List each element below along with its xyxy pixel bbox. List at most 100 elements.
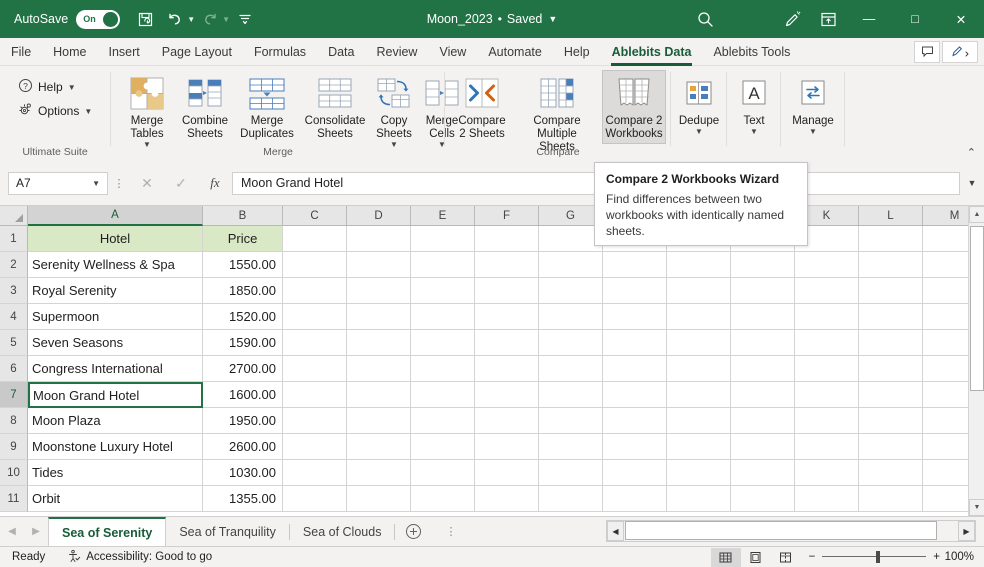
cell-I8[interactable]	[667, 408, 731, 434]
cell-C6[interactable]	[283, 356, 347, 382]
cell-J2[interactable]	[731, 252, 795, 278]
cell-I5[interactable]	[667, 330, 731, 356]
help-chevron-down-icon[interactable]: ▼	[68, 83, 76, 91]
minimize-button[interactable]: —	[846, 0, 892, 38]
autosave-control[interactable]: AutoSave On	[14, 9, 121, 29]
cell-C1[interactable]	[283, 226, 347, 252]
cell-G6[interactable]	[539, 356, 603, 382]
sheet-tab-sea-of-serenity[interactable]: Sea of Serenity	[48, 517, 167, 546]
cell-E10[interactable]	[411, 460, 475, 486]
cell-D3[interactable]	[347, 278, 411, 304]
zoom-in-button[interactable]: +	[933, 551, 940, 563]
cell-E7[interactable]	[411, 382, 475, 408]
cell-K2[interactable]	[795, 252, 859, 278]
cell-E6[interactable]	[411, 356, 475, 382]
sheet-tab-sea-of-clouds[interactable]: Sea of Clouds	[290, 517, 395, 546]
text-chevron-down-icon[interactable]: ▼	[750, 128, 758, 136]
cancel-x-icon[interactable]: ✕	[130, 172, 164, 195]
next-sheet-icon[interactable]: ▶	[24, 518, 48, 546]
cell-B5[interactable]: 1590.00	[203, 330, 283, 356]
column-header-B[interactable]: B	[203, 206, 283, 226]
cell-F11[interactable]	[475, 486, 539, 512]
cell-H7[interactable]	[603, 382, 667, 408]
share-icon[interactable]	[942, 40, 978, 63]
cell-B11[interactable]: 1355.00	[203, 486, 283, 512]
cell-K7[interactable]	[795, 382, 859, 408]
cell-C4[interactable]	[283, 304, 347, 330]
tab-data[interactable]: Data	[317, 38, 365, 66]
undo-dropdown-icon[interactable]: ▼	[187, 15, 195, 24]
dedupe-chevron-down-icon[interactable]: ▼	[695, 128, 703, 136]
scroll-left-icon[interactable]: ◀	[607, 521, 624, 541]
cell-F7[interactable]	[475, 382, 539, 408]
scroll-up-icon[interactable]: ▲	[969, 206, 984, 223]
cell-E4[interactable]	[411, 304, 475, 330]
cell-H6[interactable]	[603, 356, 667, 382]
tab-ablebits-tools[interactable]: Ablebits Tools	[702, 38, 801, 66]
cell-D4[interactable]	[347, 304, 411, 330]
cell-I7[interactable]	[667, 382, 731, 408]
cell-K9[interactable]	[795, 434, 859, 460]
cell-H9[interactable]	[603, 434, 667, 460]
customize-quick-access-icon[interactable]	[230, 4, 260, 34]
cell-B6[interactable]: 2700.00	[203, 356, 283, 382]
dedupe-button[interactable]: Dedupe ▼	[674, 70, 724, 138]
previous-sheet-icon[interactable]: ◀	[0, 518, 24, 546]
cell-F1[interactable]	[475, 226, 539, 252]
cell-A6[interactable]: Congress International	[28, 356, 203, 382]
cell-A3[interactable]: Royal Serenity	[28, 278, 203, 304]
cell-I4[interactable]	[667, 304, 731, 330]
cell-L7[interactable]	[859, 382, 923, 408]
options-button[interactable]: Options ▼	[18, 102, 92, 120]
cell-J7[interactable]	[731, 382, 795, 408]
merge-tables-button[interactable]: Merge Tables ▼	[118, 70, 176, 151]
compare-2-workbooks-button[interactable]: Compare 2 Workbooks	[602, 70, 666, 144]
tab-insert[interactable]: Insert	[98, 38, 151, 66]
cell-E11[interactable]	[411, 486, 475, 512]
cell-J6[interactable]	[731, 356, 795, 382]
cell-E1[interactable]	[411, 226, 475, 252]
cell-C9[interactable]	[283, 434, 347, 460]
cell-B10[interactable]: 1030.00	[203, 460, 283, 486]
cell-I10[interactable]	[667, 460, 731, 486]
cell-A5[interactable]: Seven Seasons	[28, 330, 203, 356]
cell-A4[interactable]: Supermoon	[28, 304, 203, 330]
merge-duplicates-button[interactable]: Merge Duplicates	[234, 70, 300, 144]
cell-J9[interactable]	[731, 434, 795, 460]
row-header-2[interactable]: 2	[0, 252, 28, 278]
cell-B9[interactable]: 2600.00	[203, 434, 283, 460]
column-header-L[interactable]: L	[859, 206, 923, 226]
save-icon[interactable]	[130, 4, 160, 34]
undo-icon[interactable]	[160, 4, 190, 34]
cell-D6[interactable]	[347, 356, 411, 382]
cell-D1[interactable]	[347, 226, 411, 252]
cell-J5[interactable]	[731, 330, 795, 356]
document-save-status[interactable]: Saved	[507, 12, 542, 26]
tab-ablebits-data[interactable]: Ablebits Data	[601, 38, 703, 66]
cell-G9[interactable]	[539, 434, 603, 460]
column-header-A[interactable]: A	[28, 206, 203, 226]
cell-K6[interactable]	[795, 356, 859, 382]
cell-C8[interactable]	[283, 408, 347, 434]
cell-A8[interactable]: Moon Plaza	[28, 408, 203, 434]
row-header-9[interactable]: 9	[0, 434, 28, 460]
cell-L6[interactable]	[859, 356, 923, 382]
maximize-button[interactable]: □	[892, 0, 938, 38]
cell-D2[interactable]	[347, 252, 411, 278]
cell-F4[interactable]	[475, 304, 539, 330]
cell-D8[interactable]	[347, 408, 411, 434]
consolidate-sheets-button[interactable]: Consolidate Sheets	[300, 70, 370, 144]
tab-home[interactable]: Home	[42, 38, 97, 66]
cell-B3[interactable]: 1850.00	[203, 278, 283, 304]
cell-C3[interactable]	[283, 278, 347, 304]
cell-A7[interactable]: Moon Grand Hotel	[28, 382, 203, 408]
column-header-E[interactable]: E	[411, 206, 475, 226]
cell-C2[interactable]	[283, 252, 347, 278]
cell-A9[interactable]: Moonstone Luxury Hotel	[28, 434, 203, 460]
tab-help[interactable]: Help	[553, 38, 601, 66]
zoom-slider[interactable]	[822, 549, 927, 565]
cell-L5[interactable]	[859, 330, 923, 356]
cell-F2[interactable]	[475, 252, 539, 278]
name-box-chevron-down-icon[interactable]: ▼	[92, 179, 100, 188]
cell-C11[interactable]	[283, 486, 347, 512]
